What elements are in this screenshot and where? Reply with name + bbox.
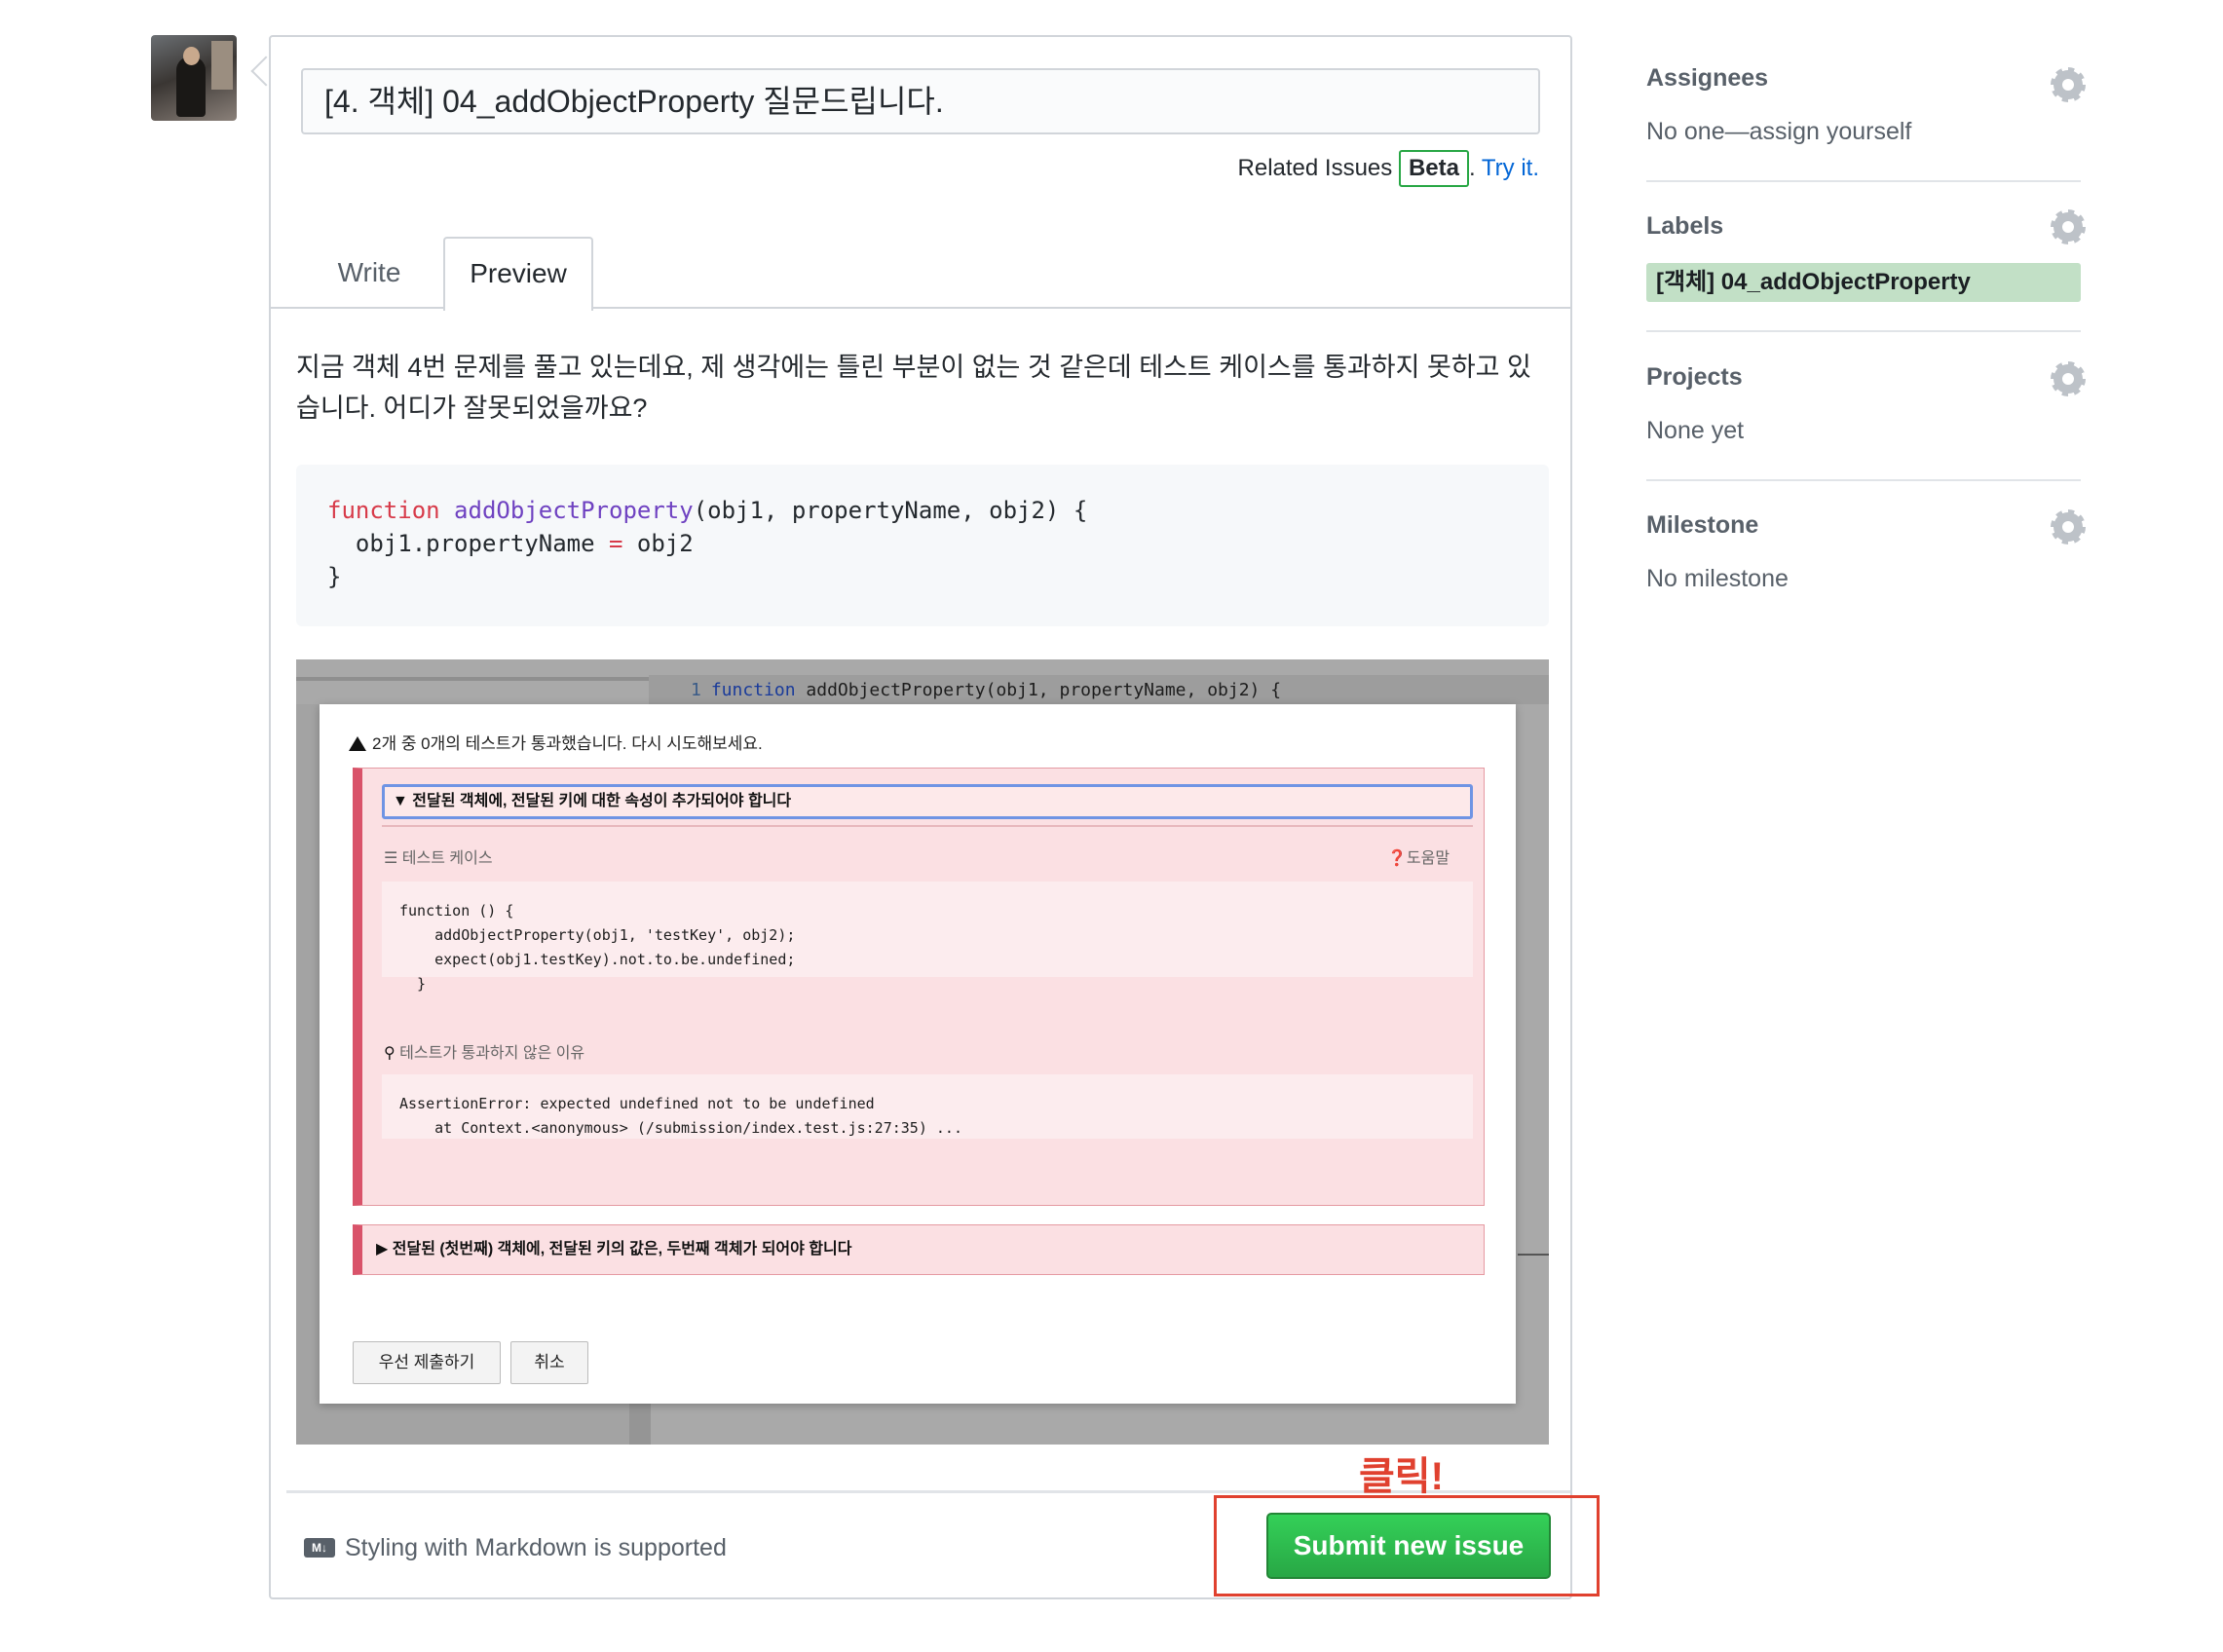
user-avatar[interactable] bbox=[151, 35, 237, 121]
tab-preview[interactable]: Preview bbox=[443, 237, 593, 311]
editor-keyword: function bbox=[710, 680, 796, 700]
markdown-icon: M↓ bbox=[304, 1538, 335, 1558]
milestone-heading: Milestone bbox=[1646, 511, 1759, 539]
cancel-button[interactable]: 취소 bbox=[510, 1341, 588, 1384]
code-function-name: addObjectProperty bbox=[454, 497, 694, 524]
assignees-heading: Assignees bbox=[1646, 64, 1769, 92]
tab-write[interactable]: Write bbox=[304, 239, 434, 307]
embedded-screenshot: 1 function addObjectProperty(obj1, proper… bbox=[296, 659, 1549, 1445]
milestone-gear-icon[interactable] bbox=[2051, 509, 2086, 544]
editor-code-line: 1 function addObjectProperty(obj1, proper… bbox=[691, 677, 1281, 704]
binoculars-icon: ⚲ bbox=[384, 1045, 400, 1062]
test-case-label: ☰ 테스트 케이스 bbox=[384, 850, 493, 867]
issue-description: 지금 객체 4번 문제를 풀고 있는데요, 제 생각에는 틀린 부분이 없는 것… bbox=[296, 353, 1531, 423]
projects-heading: Projects bbox=[1646, 363, 1743, 391]
milestone-value: No milestone bbox=[1646, 565, 1789, 592]
modal-message: 2개 중 0개의 테스트가 통과했습니다. 다시 시도해보세요. bbox=[349, 730, 763, 754]
test-result-modal: 2개 중 0개의 테스트가 통과했습니다. 다시 시도해보세요. ▼ 전달된 객… bbox=[320, 704, 1516, 1404]
code-assign-operator: = bbox=[609, 530, 623, 557]
editor-line-number: 1 bbox=[691, 680, 701, 700]
label-chip[interactable]: [객체] 04_addObjectProperty bbox=[1646, 263, 2081, 302]
code-block: function addObjectProperty(obj1, propert… bbox=[296, 465, 1549, 626]
question-icon: ❓ bbox=[1387, 850, 1407, 867]
click-annotation: 클릭! bbox=[1359, 1455, 1444, 1498]
try-it-link[interactable]: Try it. bbox=[1482, 155, 1539, 181]
related-issues-label: Related Issues bbox=[1237, 155, 1393, 181]
code-signature: (obj1, propertyName, obj2) { bbox=[693, 497, 1088, 524]
assignees-value[interactable]: No one—assign yourself bbox=[1646, 118, 1911, 146]
projects-gear-icon[interactable] bbox=[2051, 361, 2086, 396]
modal-message-text: 2개 중 0개의 테스트가 통과했습니다. 다시 시도해보세요. bbox=[372, 734, 763, 753]
list-icon: ☰ bbox=[384, 850, 402, 867]
help-link[interactable]: ❓도움말 bbox=[1387, 845, 1450, 868]
beta-badge: Beta bbox=[1398, 150, 1469, 187]
submit-new-issue-button[interactable]: Submit new issue bbox=[1266, 1513, 1551, 1579]
warning-icon bbox=[349, 736, 366, 751]
labels-heading: Labels bbox=[1646, 212, 1724, 240]
issue-title-input[interactable]: [4. 객체] 04_addObjectProperty 질문드립니다. bbox=[301, 68, 1540, 134]
assignees-gear-icon[interactable] bbox=[2051, 67, 2086, 102]
divider-mark bbox=[1518, 1254, 1549, 1256]
code-line-2-left: obj1.propertyName bbox=[327, 530, 595, 557]
labels-gear-icon[interactable] bbox=[2051, 209, 2086, 244]
test-case-1-title[interactable]: ▼ 전달된 객체에, 전달된 키에 대한 속성이 추가되어야 합니다 bbox=[382, 784, 1473, 819]
markdown-note[interactable]: Styling with Markdown is supported bbox=[345, 1531, 727, 1564]
fail-reason-label: ⚲ 테스트가 통과하지 않은 이유 bbox=[384, 1045, 585, 1062]
test-case-code: function () { addObjectProperty(obj1, 't… bbox=[382, 882, 1473, 993]
error-output: AssertionError: expected undefined not t… bbox=[382, 1074, 1473, 1139]
code-line-2-right: obj2 bbox=[636, 530, 694, 557]
code-keyword: function bbox=[327, 497, 440, 524]
test-case-2-title[interactable]: ▶ 전달된 (첫번째) 객체에, 전달된 키의 값은, 두번째 객체가 되어야 … bbox=[353, 1224, 1485, 1275]
projects-value: None yet bbox=[1646, 417, 1745, 444]
test-case-1: ▼ 전달된 객체에, 전달된 키에 대한 속성이 추가되어야 합니다 ☰ 테스트… bbox=[353, 768, 1485, 1206]
editor-code-rest: addObjectProperty(obj1, propertyName, ob… bbox=[806, 680, 1282, 700]
related-issues: Related Issues Beta. Try it. bbox=[974, 148, 1539, 189]
submit-anyway-button[interactable]: 우선 제출하기 bbox=[353, 1341, 501, 1384]
code-line-3: } bbox=[327, 563, 342, 590]
